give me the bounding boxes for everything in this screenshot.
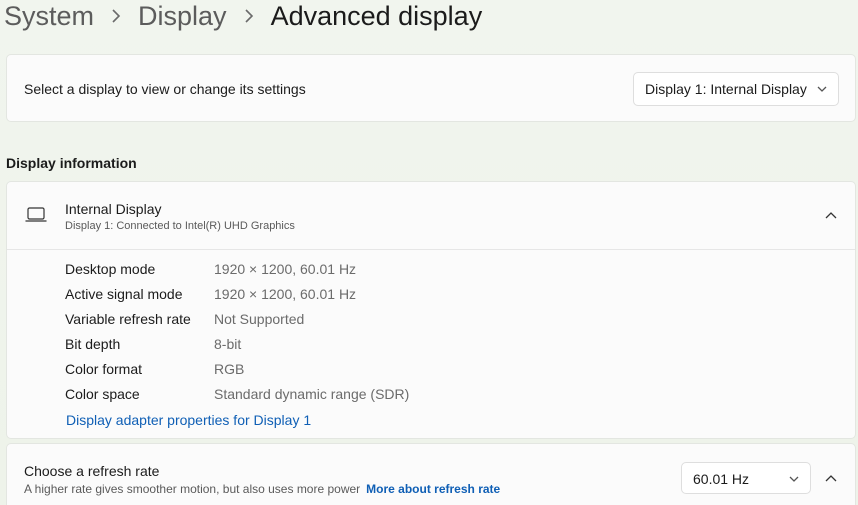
display-select-dropdown[interactable]: Display 1: Internal Display: [633, 72, 839, 106]
breadcrumb-display[interactable]: Display: [138, 0, 227, 34]
property-value: 1920 × 1200, 60.01 Hz: [214, 261, 357, 277]
property-key: Variable refresh rate: [65, 311, 191, 327]
property-value: RGB: [214, 361, 245, 377]
property-key: Active signal mode: [65, 286, 183, 302]
page-title: Advanced display: [270, 1, 483, 31]
refresh-rate-card: Choose a refresh rate A higher rate give…: [6, 443, 856, 505]
display-adapter-properties-link[interactable]: Display adapter properties for Display 1: [66, 412, 311, 428]
property-value: Standard dynamic range (SDR): [214, 386, 410, 402]
breadcrumb: System Display Advanced display: [4, 0, 482, 34]
display-select-card: Select a display to view or change its s…: [6, 54, 856, 122]
breadcrumb-system[interactable]: System: [4, 0, 94, 34]
property-key: Desktop mode: [65, 261, 156, 277]
refresh-rate-title: Choose a refresh rate: [24, 463, 160, 479]
refresh-rate-description-text: A higher rate gives smoother motion, but…: [24, 482, 361, 496]
display-connection: Display 1: Connected to Intel(R) UHD Gra…: [65, 220, 295, 232]
chevron-down-icon: [816, 82, 828, 99]
section-title-display-information: Display information: [6, 155, 137, 171]
display-information-header[interactable]: Internal Display Display 1: Connected to…: [7, 182, 855, 250]
display-select-label: Select a display to view or change its s…: [24, 81, 306, 97]
property-value: 8-bit: [214, 336, 242, 352]
laptop-icon: [25, 206, 47, 229]
property-value: Not Supported: [214, 311, 305, 327]
refresh-rate-description: A higher rate gives smoother motion, but…: [24, 482, 500, 496]
display-name: Internal Display: [65, 201, 162, 217]
more-about-refresh-rate-link[interactable]: More about refresh rate: [366, 482, 500, 496]
property-value: 1920 × 1200, 60.01 Hz: [214, 286, 357, 302]
property-key: Bit depth: [65, 336, 121, 352]
chevron-right-icon: [94, 0, 138, 34]
property-key: Color space: [65, 386, 140, 402]
refresh-rate-value: 60.01 Hz: [693, 471, 750, 487]
chevron-up-icon[interactable]: [823, 471, 839, 487]
chevron-down-icon: [788, 472, 800, 489]
display-information-card: Internal Display Display 1: Connected to…: [6, 181, 856, 439]
advanced-display-page: System Display Advanced display Select a…: [0, 0, 858, 505]
chevron-up-icon[interactable]: [823, 208, 839, 224]
display-select-value: Display 1: Internal Display: [645, 81, 807, 97]
chevron-right-icon: [227, 0, 271, 34]
refresh-rate-dropdown[interactable]: 60.01 Hz: [681, 462, 811, 494]
property-key: Color format: [65, 361, 143, 377]
